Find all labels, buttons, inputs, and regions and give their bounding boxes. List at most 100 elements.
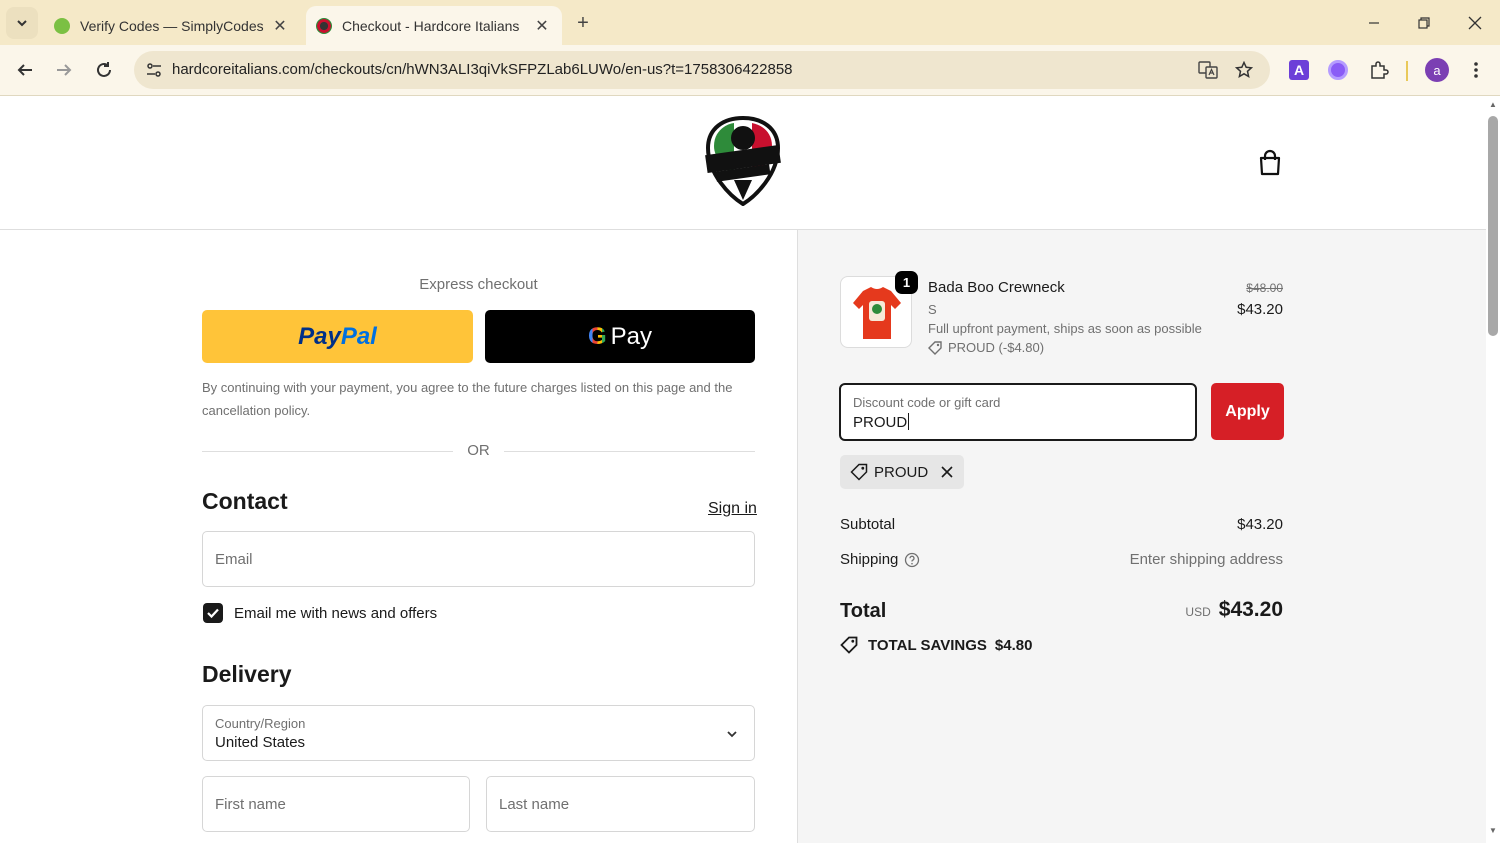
- tab-title: Checkout - Hardcore Italians: [342, 17, 520, 34]
- product-name: Bada Boo Crewneck: [928, 279, 1065, 296]
- toolbar-divider: [1406, 61, 1408, 81]
- discount-code-text: PROUD: [853, 414, 908, 431]
- google-g-icon: G: [587, 322, 607, 350]
- product-variant: S: [928, 302, 937, 317]
- express-checkout-title: Express checkout: [419, 276, 538, 293]
- swirl-icon: [1328, 60, 1348, 80]
- shopping-bag-icon: [1259, 149, 1281, 176]
- applied-discount-chip: PROUD: [840, 455, 965, 489]
- hardcore-italians-favicon-icon: [316, 17, 332, 34]
- tag-icon: [850, 463, 868, 481]
- original-price: $48.00: [1246, 281, 1283, 295]
- product-discount-text: PROUD (-$4.80): [948, 340, 1045, 355]
- close-icon[interactable]: ✕: [530, 14, 554, 38]
- scroll-down-icon[interactable]: ▼: [1488, 826, 1498, 836]
- text-caret: [908, 413, 910, 430]
- bookmark-star-icon[interactable]: [1232, 58, 1256, 82]
- sign-in-link[interactable]: Sign in: [708, 500, 757, 518]
- subtotal-label: Subtotal: [840, 516, 896, 533]
- hardcore-italians-logo[interactable]: [704, 115, 782, 207]
- store-header: [0, 96, 1486, 230]
- google-pay-button[interactable]: G Pay: [485, 310, 755, 363]
- new-tab-button[interactable]: +: [570, 10, 596, 36]
- product-discount: PROUD (-$4.80): [928, 340, 1044, 355]
- gpay-pay-text: Pay: [610, 322, 653, 350]
- tab-strip: Verify Codes — SimplyCodes ✕ Checkout - …: [0, 0, 1500, 45]
- discount-code-value: PROUD: [853, 413, 910, 431]
- delivery-heading: Delivery: [202, 661, 292, 687]
- tag-icon: [928, 340, 942, 355]
- close-icon: [1468, 16, 1482, 30]
- quantity-badge: 1: [895, 271, 918, 294]
- paypal-button[interactable]: Pay Pal: [202, 310, 473, 363]
- page-scrollbar[interactable]: ▲ ▼: [1486, 96, 1500, 843]
- first-name-field[interactable]: First name: [202, 776, 470, 832]
- total-savings: TOTAL SAVINGS $4.80: [840, 636, 1032, 654]
- applied-code-text: PROUD: [874, 463, 929, 481]
- reload-icon: [97, 62, 111, 77]
- or-divider: OR: [202, 440, 755, 462]
- remove-discount-icon[interactable]: [940, 465, 954, 479]
- payment-consent-text: By continuing with your payment, you agr…: [202, 380, 733, 418]
- discount-code-input[interactable]: Discount code or gift card PROUD: [839, 383, 1197, 441]
- paypal-pay-text: Pay: [298, 322, 341, 350]
- scroll-up-icon[interactable]: ▲: [1488, 100, 1498, 110]
- shipping-label: Shipping: [840, 551, 899, 568]
- tab-checkout[interactable]: Checkout - Hardcore Italians ✕: [306, 6, 562, 45]
- newsletter-label: Email me with news and offers: [234, 605, 438, 622]
- total-amount: $43.20: [1218, 598, 1283, 621]
- total-value: USD $43.20: [1185, 598, 1283, 622]
- shipping-row: Shipping: [840, 551, 920, 568]
- browser-toolbar: hardcoreitalians.com/checkouts/cn/hWN3AL…: [0, 45, 1500, 96]
- shipping-value: Enter shipping address: [1129, 551, 1283, 568]
- arrow-right-icon: [57, 64, 72, 76]
- extension-swirl-icon[interactable]: [1325, 57, 1351, 83]
- checkmark-icon: [207, 608, 219, 619]
- minimize-button[interactable]: [1356, 8, 1392, 38]
- contact-heading: Contact: [202, 488, 288, 514]
- url-text: hardcoreitalians.com/checkouts/cn/hWN3AL…: [172, 61, 793, 78]
- extension-a-icon[interactable]: A: [1286, 57, 1312, 83]
- last-name-placeholder: Last name: [499, 796, 570, 813]
- first-name-placeholder: First name: [215, 796, 286, 813]
- cart-button[interactable]: [1255, 148, 1285, 178]
- country-value: United States: [215, 734, 306, 751]
- email-field[interactable]: Email: [202, 531, 755, 587]
- checkout-page: Express checkout Pay Pal G Pay By continui…: [0, 96, 1486, 843]
- newsletter-checkbox[interactable]: [203, 603, 223, 623]
- sale-price: $43.20: [1237, 301, 1283, 318]
- tab-search-button[interactable]: [6, 7, 38, 39]
- more-vert-icon: [1474, 62, 1478, 78]
- scrollbar-thumb[interactable]: [1488, 116, 1498, 336]
- translate-icon[interactable]: [1196, 58, 1220, 82]
- tab-title: Verify Codes — SimplyCodes: [80, 17, 264, 34]
- back-button[interactable]: [10, 55, 40, 85]
- site-info-icon[interactable]: [142, 58, 166, 82]
- restore-icon: [1418, 17, 1430, 29]
- extensions-puzzle-icon[interactable]: [1366, 57, 1392, 83]
- close-window-button[interactable]: [1457, 8, 1493, 38]
- extension-letter: A: [1289, 60, 1309, 80]
- simplycodes-favicon-icon: [54, 17, 70, 34]
- restore-button[interactable]: [1406, 8, 1442, 38]
- arrow-left-icon: [17, 64, 32, 76]
- savings-value: $4.80: [994, 636, 1033, 654]
- discount-code-label: Discount code or gift card: [853, 395, 1001, 410]
- email-placeholder: Email: [215, 551, 253, 568]
- savings-label: TOTAL SAVINGS: [868, 636, 987, 654]
- last-name-field[interactable]: Last name: [486, 776, 755, 832]
- apply-button[interactable]: Apply: [1211, 383, 1284, 440]
- country-label: Country/Region: [215, 716, 306, 731]
- subtotal-value: $43.20: [1237, 516, 1283, 533]
- address-bar[interactable]: hardcoreitalians.com/checkouts/cn/hWN3AL…: [134, 51, 1270, 89]
- help-circle-icon[interactable]: [904, 552, 920, 568]
- tab-verify-codes[interactable]: Verify Codes — SimplyCodes ✕: [46, 6, 300, 45]
- close-icon[interactable]: ✕: [268, 14, 292, 38]
- browser-menu-button[interactable]: [1463, 57, 1489, 83]
- minimize-icon: [1369, 22, 1379, 24]
- forward-button[interactable]: [49, 55, 79, 85]
- profile-avatar[interactable]: a: [1424, 57, 1450, 83]
- country-select[interactable]: Country/Region United States: [202, 705, 755, 761]
- reload-button[interactable]: [89, 55, 119, 85]
- chevron-down-icon: [17, 20, 27, 27]
